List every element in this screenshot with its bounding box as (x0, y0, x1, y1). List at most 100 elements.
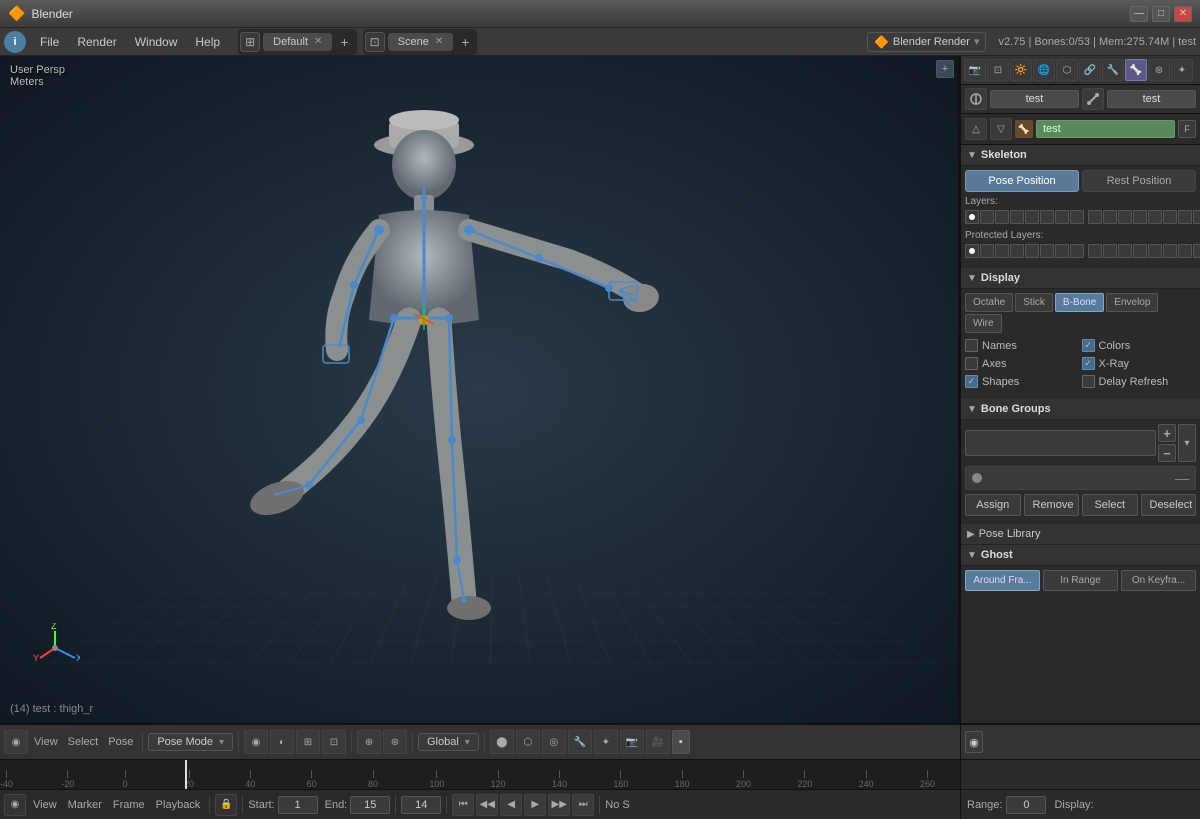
context-name-2[interactable]: test (1107, 90, 1196, 108)
rpanel-bottom-icon[interactable]: ◉ (965, 731, 983, 753)
layer-btn-4[interactable] (1010, 210, 1024, 224)
layer-btn-8[interactable] (1070, 210, 1084, 224)
step-back-button[interactable]: ◀◀ (476, 794, 498, 816)
minimize-button[interactable]: — (1130, 6, 1148, 22)
jump-end-button[interactable]: ⏭ (572, 794, 594, 816)
rpanel-icon-scene[interactable]: 🔆 (1010, 59, 1032, 81)
mesh-icon[interactable]: ✦ (594, 730, 618, 754)
display-mode-stick[interactable]: Stick (1015, 293, 1053, 312)
datablock-f-button[interactable]: F (1178, 120, 1196, 138)
rpanel-icon-modifier[interactable]: 🔧 (1102, 59, 1124, 81)
layer-btn-7[interactable] (1055, 210, 1069, 224)
play-forward-button[interactable]: ▶ (524, 794, 546, 816)
shapes-checkbox[interactable] (965, 375, 978, 388)
layer-btn-5[interactable] (1025, 210, 1039, 224)
ghost-section-header[interactable]: ▼ Ghost (961, 545, 1200, 566)
tl-range-field[interactable]: 0 (1006, 796, 1046, 814)
close-button[interactable]: ✕ (1174, 6, 1192, 22)
names-checkbox[interactable] (965, 339, 978, 352)
prot-layer-btn-15[interactable] (1178, 244, 1192, 258)
tl-lock-icon[interactable]: 🔒 (215, 794, 237, 816)
workspace-add-button[interactable]: + (334, 31, 354, 53)
tl-playback-menu[interactable]: Playback (152, 799, 205, 811)
rest-position-button[interactable]: Rest Position (1082, 170, 1196, 192)
pivot-icon[interactable]: ⊕ (357, 730, 381, 754)
rpanel-icon-world[interactable]: 🌐 (1033, 59, 1055, 81)
draw-icon[interactable]: ◉ (244, 730, 268, 754)
scene-tab[interactable]: Scene ✕ (388, 33, 454, 51)
3d-viewport[interactable]: User Persp Meters + (0, 56, 960, 723)
skeleton-section-header[interactable]: ▼ Skeleton (961, 145, 1200, 166)
pose-menu[interactable]: Pose (104, 736, 137, 748)
assign-button[interactable]: Assign (965, 494, 1021, 516)
jump-start-button[interactable]: ⏮ (452, 794, 474, 816)
ghost-on-keyframe-button[interactable]: On Keyfra... (1121, 570, 1196, 591)
menu-file[interactable]: File (32, 32, 67, 52)
rpanel-icon-render[interactable]: ⊡ (987, 59, 1009, 81)
prot-layer-btn-3[interactable] (995, 244, 1009, 258)
bone-group-add-button[interactable]: + (1158, 424, 1176, 442)
prot-layer-btn-16[interactable] (1193, 244, 1200, 258)
display-mode-wire[interactable]: Wire (965, 314, 1002, 333)
ghost-in-range-button[interactable]: In Range (1043, 570, 1118, 591)
rpanel-icon-material[interactable]: ⊛ (1148, 59, 1170, 81)
rpanel-icon-object[interactable]: ⬡ (1056, 59, 1078, 81)
scene-tab-close[interactable]: ✕ (435, 36, 443, 47)
datablock-up-arrow[interactable]: △ (965, 118, 987, 140)
context-name-1[interactable]: test (990, 90, 1079, 108)
tl-end-field[interactable]: 15 (350, 796, 390, 814)
pose-library-header[interactable]: ▶ Pose Library (961, 524, 1200, 545)
render-engine-select[interactable]: 🔶 Blender Render ▾ (867, 32, 987, 52)
info-icon[interactable]: i (4, 31, 26, 53)
tl-mode-icon[interactable]: ◉ (4, 794, 26, 816)
mode-select[interactable]: Pose Mode ▾ (148, 733, 233, 751)
deselect-button[interactable]: Deselect (1141, 494, 1197, 516)
keyframe-icon[interactable]: ⬡ (516, 730, 540, 754)
bone-group-name-field[interactable] (965, 430, 1156, 456)
rpanel-icon-particles[interactable]: ✦ (1171, 59, 1193, 81)
layer-btn-11[interactable] (1118, 210, 1132, 224)
scene-icon[interactable]: ⊡ (365, 32, 385, 52)
prot-layer-btn-7[interactable] (1055, 244, 1069, 258)
smooth-icon[interactable]: ◐ (270, 730, 294, 754)
display-mode-octahe[interactable]: Octahe (965, 293, 1013, 312)
panel-toggle-icon[interactable]: ▪ (672, 730, 690, 754)
prot-layer-btn-13[interactable] (1148, 244, 1162, 258)
workspace-tab-close[interactable]: ✕ (314, 36, 322, 47)
prot-layer-btn-6[interactable] (1040, 244, 1054, 258)
record-icon[interactable]: ⬤ (490, 730, 514, 754)
xray-checkbox[interactable] (1082, 357, 1095, 370)
display-section-header[interactable]: ▼ Display (961, 268, 1200, 289)
rpanel-icon-camera[interactable]: 📷 (964, 59, 986, 81)
prot-layer-btn-2[interactable] (980, 244, 994, 258)
display-mode-envelop[interactable]: Envelop (1106, 293, 1158, 312)
rpanel-icon-constraint[interactable]: 🔗 (1079, 59, 1101, 81)
prot-layer-btn-11[interactable] (1118, 244, 1132, 258)
transform-space-select[interactable]: Global ▾ (418, 733, 479, 751)
colors-checkbox[interactable] (1082, 339, 1095, 352)
datablock-down-arrow[interactable]: ▽ (990, 118, 1012, 140)
bone-group-remove-button[interactable]: − (1158, 444, 1176, 462)
select-button[interactable]: Select (1082, 494, 1138, 516)
layer-btn-10[interactable] (1103, 210, 1117, 224)
workspace-tab-default[interactable]: Default ✕ (263, 33, 332, 51)
scene-add-button[interactable]: + (455, 31, 475, 53)
layer-btn-16[interactable] (1193, 210, 1200, 224)
layer-btn-1[interactable] (965, 210, 979, 224)
menu-window[interactable]: Window (127, 32, 186, 52)
prot-layer-btn-4[interactable] (1010, 244, 1024, 258)
step-forward-button[interactable]: ▶▶ (548, 794, 570, 816)
tools-icon[interactable]: 🔧 (568, 730, 592, 754)
layer-btn-13[interactable] (1148, 210, 1162, 224)
bone-groups-section-header[interactable]: ▼ Bone Groups (961, 399, 1200, 420)
prot-layer-btn-10[interactable] (1103, 244, 1117, 258)
tl-view-menu[interactable]: View (29, 799, 61, 811)
layer-btn-3[interactable] (995, 210, 1009, 224)
onion-icon[interactable]: ◎ (542, 730, 566, 754)
prot-layer-btn-9[interactable] (1088, 244, 1102, 258)
tl-frame-menu[interactable]: Frame (109, 799, 149, 811)
layer-btn-9[interactable] (1088, 210, 1102, 224)
pose-position-button[interactable]: Pose Position (965, 170, 1079, 192)
layer-btn-6[interactable] (1040, 210, 1054, 224)
layer-btn-15[interactable] (1178, 210, 1192, 224)
